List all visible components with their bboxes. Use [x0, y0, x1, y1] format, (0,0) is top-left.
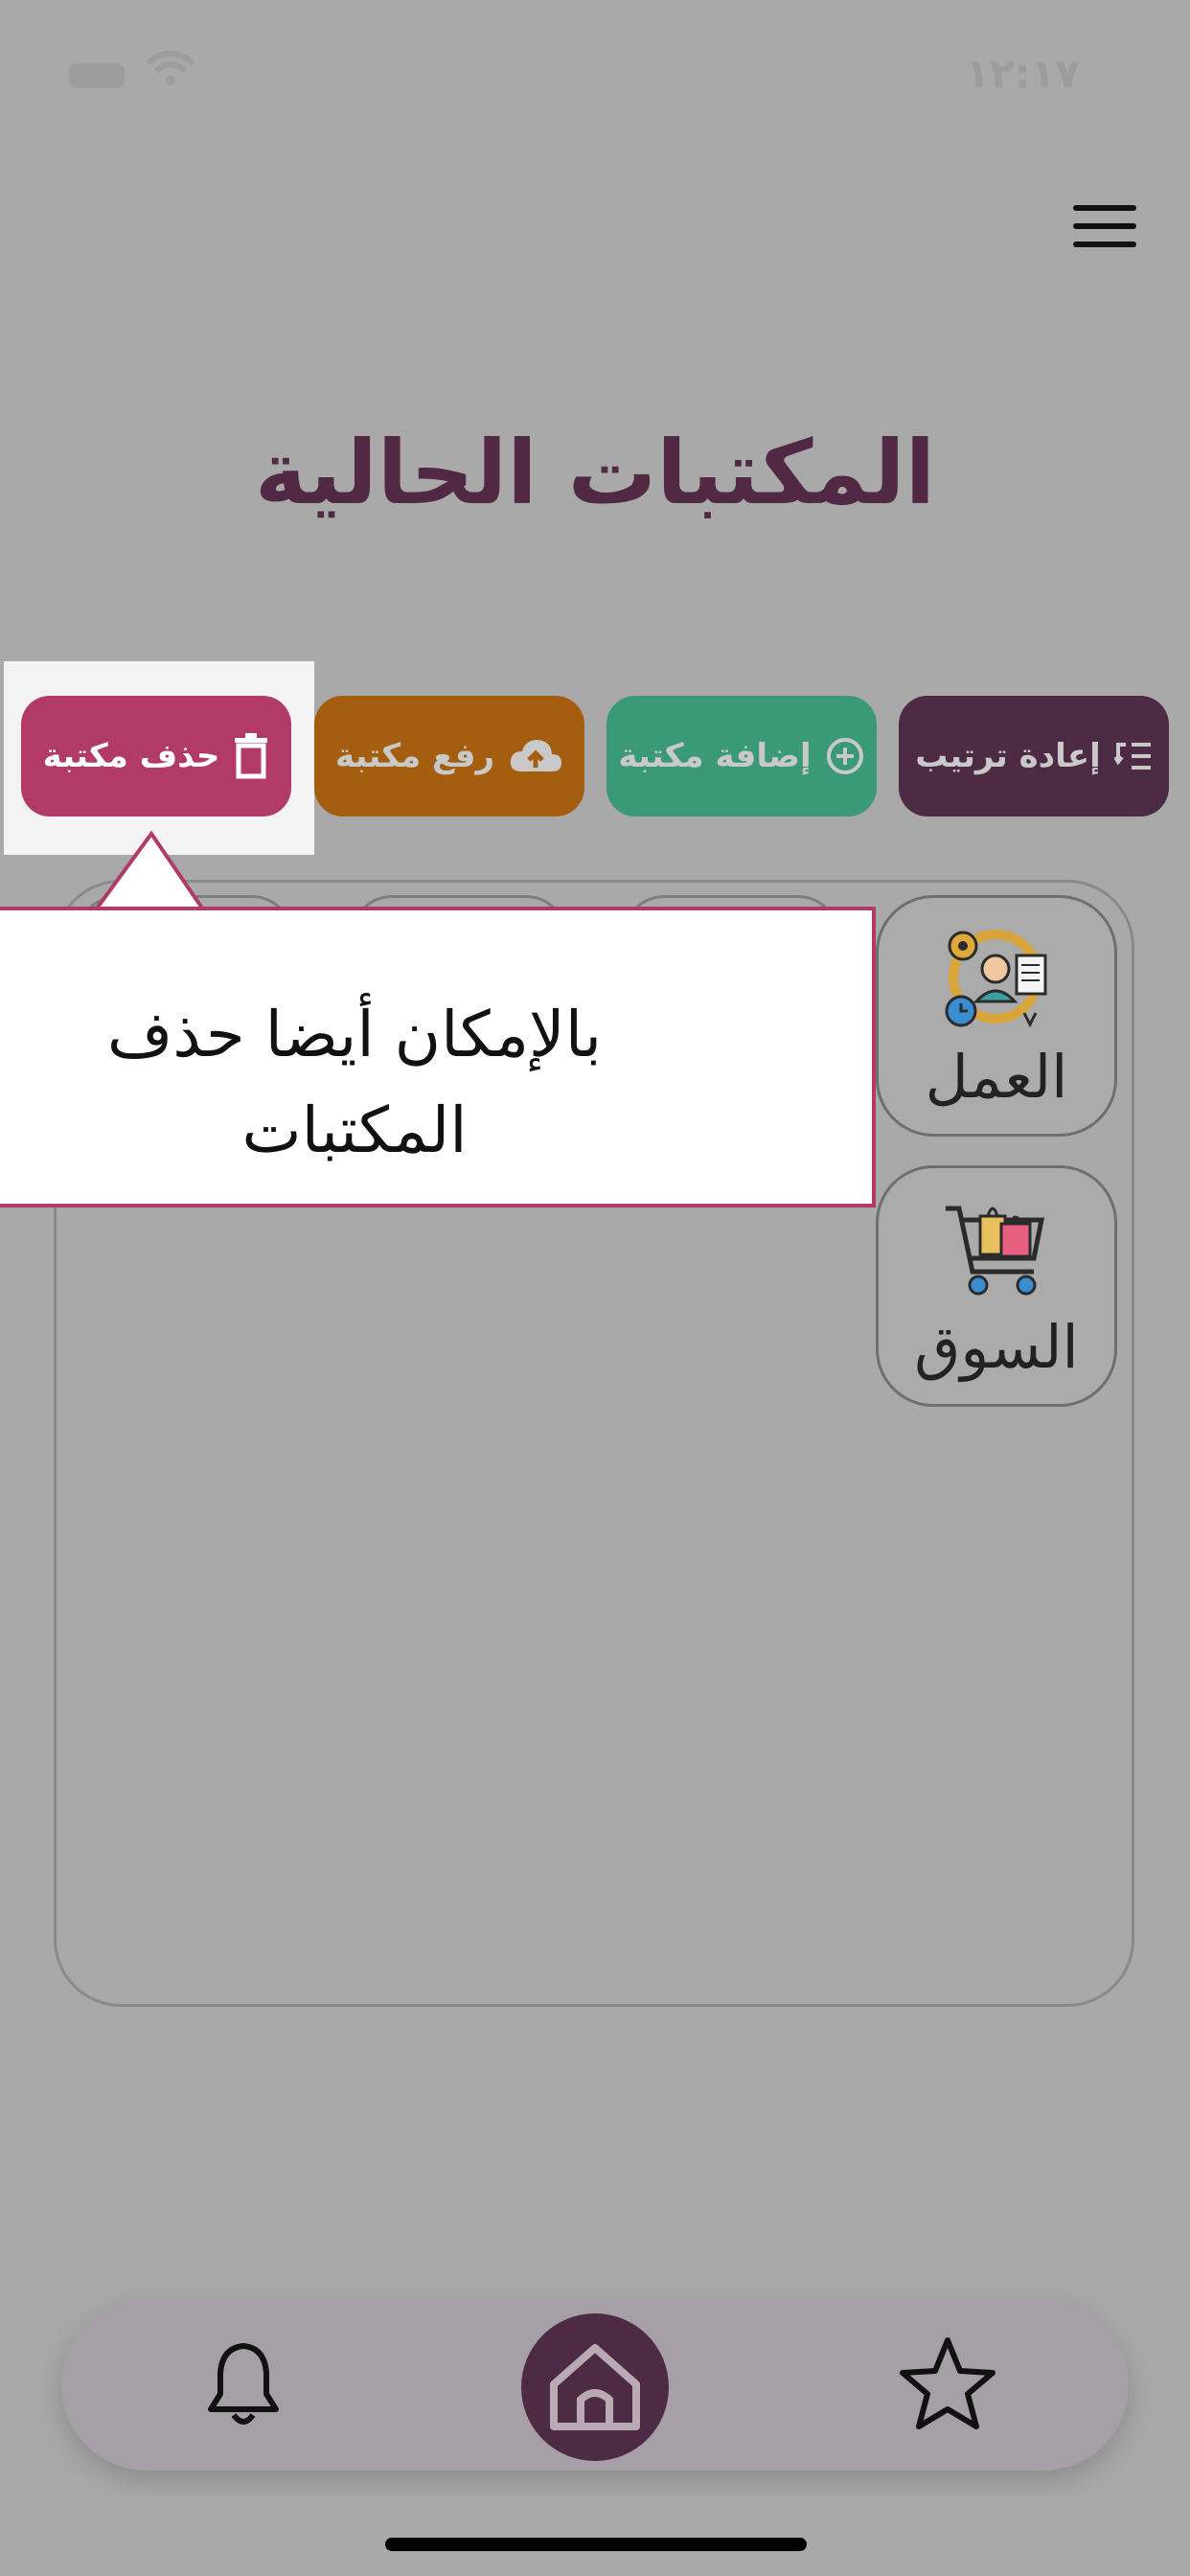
menu-line: [1073, 242, 1136, 247]
home-button[interactable]: [521, 2313, 669, 2461]
home-icon: [550, 2344, 640, 2430]
menu-line: [1073, 205, 1136, 211]
tooltip-text: بالإمكان أيضا حذف المكتبات: [106, 998, 603, 1167]
status-bar: ١٢:١٧: [0, 0, 1190, 144]
upload-library-label: رفع مكتبة: [334, 737, 495, 775]
sort-icon: [1113, 743, 1151, 770]
upload-library-button[interactable]: رفع مكتبة: [314, 696, 584, 816]
star-icon: [900, 2337, 995, 2429]
menu-button[interactable]: [1073, 205, 1136, 253]
reorder-label: إعادة ترتيب: [915, 737, 1101, 775]
library-label: السوق: [914, 1312, 1079, 1382]
delete-library-label: حذف مكتبة: [42, 737, 220, 775]
cloud-upload-icon: [510, 740, 562, 771]
favorites-button[interactable]: [895, 2333, 1000, 2438]
status-time: ١٢:١٧: [965, 50, 1080, 97]
tooltip-arrow: [92, 830, 207, 912]
add-library-label: إضافة مكتبة: [618, 737, 812, 775]
reorder-button[interactable]: إعادة ترتيب: [899, 696, 1169, 816]
shopping-cart-icon: [946, 1206, 1045, 1296]
add-circle-icon: [826, 738, 863, 774]
menu-line: [1073, 223, 1136, 229]
battery-icon: [69, 63, 125, 88]
tooltip[interactable]: بالإمكان أيضا حذف المكتبات: [0, 907, 876, 1208]
library-card-work[interactable]: العمل: [876, 895, 1117, 1137]
notifications-button[interactable]: [195, 2336, 291, 2432]
bottom-nav: [61, 2300, 1129, 2471]
library-card-market[interactable]: السوق: [876, 1165, 1117, 1407]
delete-library-button[interactable]: حذف مكتبة: [21, 696, 291, 816]
bell-icon: [208, 2343, 279, 2425]
page-title: المكتبات الحالية: [254, 422, 936, 524]
library-label: العمل: [925, 1042, 1068, 1112]
trash-icon: [235, 733, 268, 779]
home-indicator: [385, 2538, 807, 2551]
wifi-icon: [146, 51, 195, 85]
add-library-button[interactable]: إضافة مكتبة: [606, 696, 877, 816]
work-icon: [945, 930, 1047, 1028]
